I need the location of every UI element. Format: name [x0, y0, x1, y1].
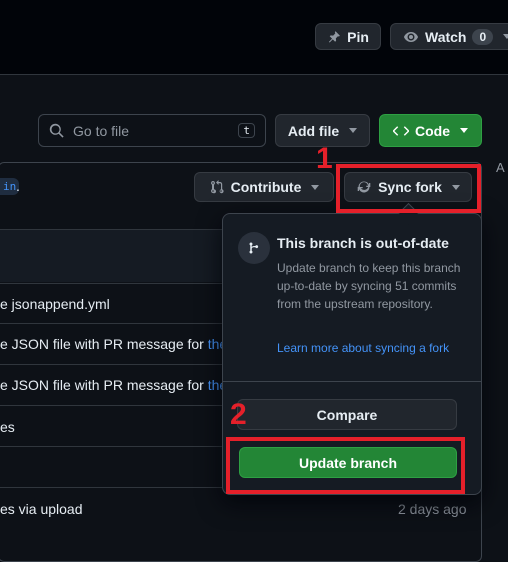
step2-highlight-box	[226, 437, 465, 494]
pull-request-icon	[210, 180, 224, 194]
watch-count: 0	[472, 28, 494, 45]
step2-number: 2	[230, 398, 247, 431]
chevron-down-icon	[349, 128, 358, 133]
popover-body: Update branch to keep this branch up-to-…	[277, 261, 461, 311]
eye-icon	[404, 31, 418, 42]
commit-message: es via upload	[0, 501, 83, 517]
sidebar-edge: A	[496, 160, 505, 175]
commit-message: es	[0, 419, 15, 435]
code-label: Code	[415, 122, 450, 139]
add-file-label: Add file	[287, 122, 340, 139]
watch-label: Watch	[425, 28, 467, 45]
commit-message: e jsonappend.yml	[0, 296, 110, 312]
commit-time: 2 days ago	[398, 501, 467, 517]
compare-label: Compare	[316, 406, 378, 423]
contribute-button[interactable]: Contribute	[194, 172, 334, 202]
pin-label: Pin	[347, 28, 369, 45]
learn-more-link[interactable]: Learn more about syncing a fork	[277, 341, 449, 355]
git-branch-icon	[249, 242, 259, 254]
step1-number: 1	[316, 142, 333, 175]
search-placeholder: Go to file	[73, 122, 130, 139]
code-button[interactable]: Code	[379, 114, 482, 147]
popover-divider	[223, 381, 481, 382]
chevron-down-icon	[311, 184, 320, 190]
chevron-down-icon	[460, 128, 468, 133]
step1-highlight-box	[336, 164, 481, 213]
code-icon	[393, 125, 409, 136]
search-icon	[49, 123, 64, 138]
commit-message: e JSON file with PR message for	[0, 377, 208, 393]
branch-bar-text: .	[16, 178, 20, 194]
compare-button[interactable]: Compare	[237, 399, 457, 430]
branch-icon-circle	[238, 232, 270, 264]
commit-message: e JSON file with PR message for	[0, 336, 208, 352]
pin-icon	[329, 30, 340, 43]
watch-button[interactable]: Watch 0	[390, 23, 508, 50]
search-shortcut-key: t	[238, 123, 255, 138]
go-to-file-search[interactable]: Go to file t	[38, 114, 266, 147]
pin-button[interactable]: Pin	[315, 23, 381, 50]
popover-title: This branch is out-of-date	[277, 235, 449, 251]
chevron-down-icon	[503, 34, 508, 39]
contribute-label: Contribute	[230, 179, 302, 195]
